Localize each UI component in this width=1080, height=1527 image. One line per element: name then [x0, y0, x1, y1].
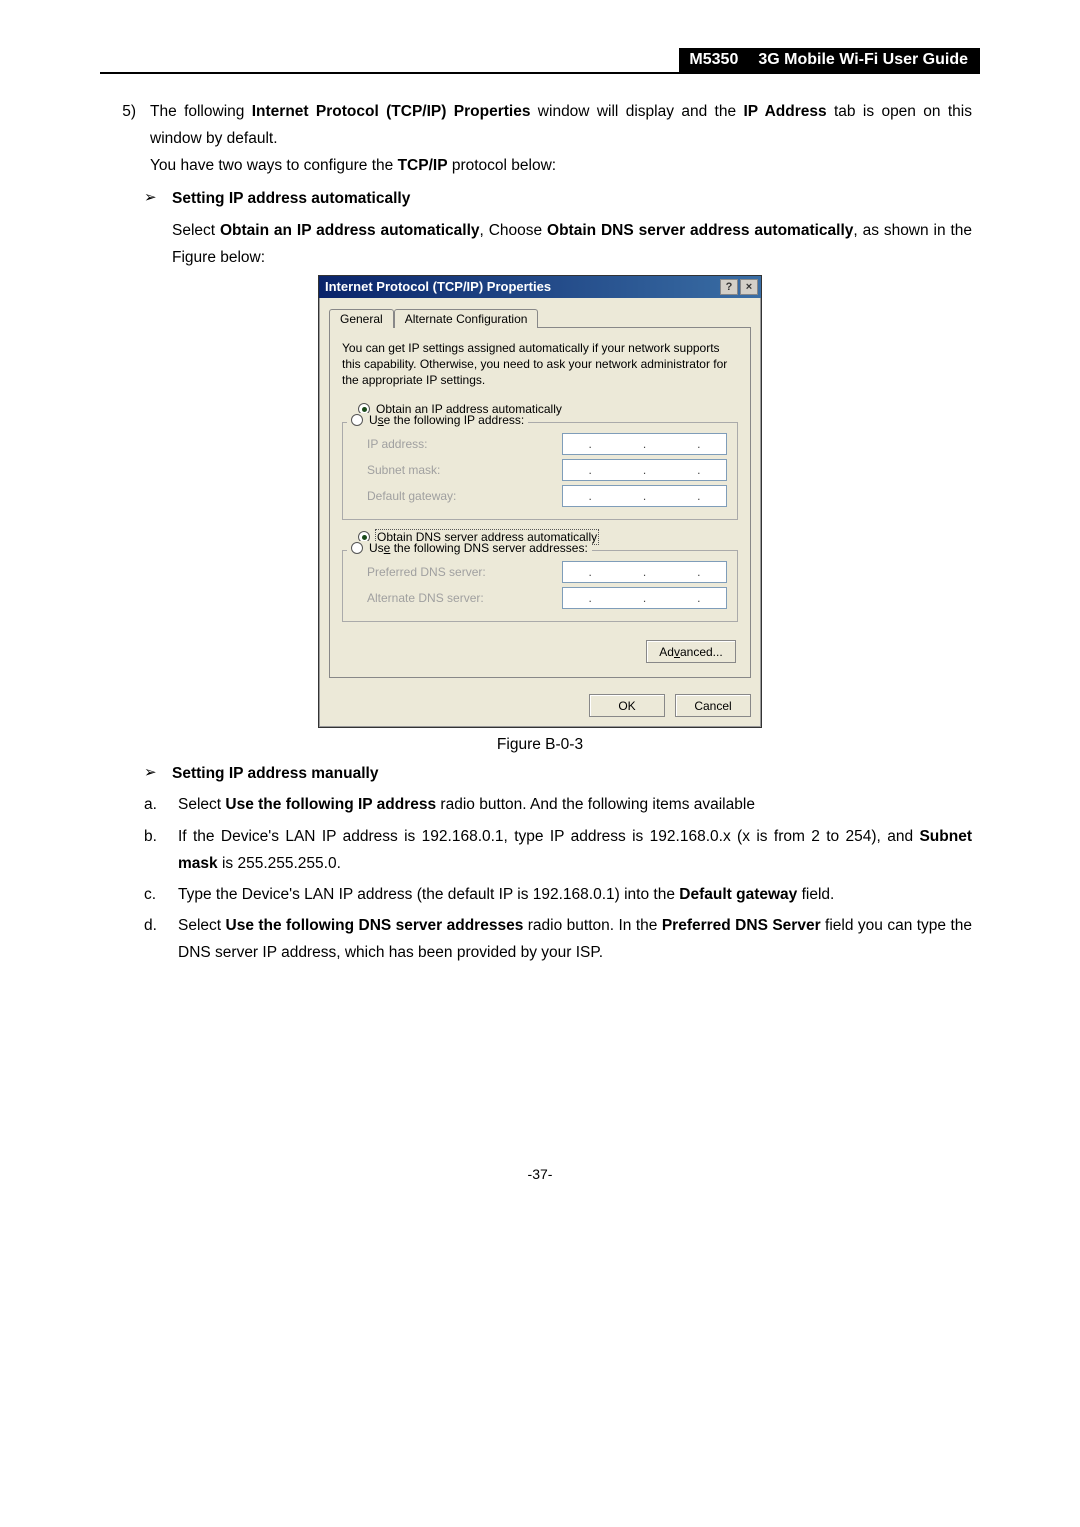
alternate-dns-label: Alternate DNS server: [367, 591, 484, 605]
radio-label: Use the following IP address: [369, 413, 524, 427]
text-bold: IP Address [743, 103, 826, 120]
step-number: 5) [108, 98, 136, 179]
subnet-row: Subnet mask: ... [367, 459, 727, 481]
cancel-button[interactable]: Cancel [675, 694, 751, 717]
item-c: c. Type the Device's LAN IP address (the… [144, 881, 972, 908]
text: You have two ways to configure the [150, 157, 398, 174]
item-text: Select Use the following DNS server addr… [178, 912, 972, 966]
advanced-row: Advanced... [342, 632, 738, 663]
item-letter: b. [144, 823, 164, 877]
item-text: If the Device's LAN IP address is 192.16… [178, 823, 972, 877]
button-label: Advanced... [659, 645, 722, 659]
step-body: The following Internet Protocol (TCP/IP)… [150, 98, 972, 179]
radio-icon [351, 542, 363, 554]
subnet-input[interactable]: ... [562, 459, 727, 481]
subnet-label: Subnet mask: [367, 463, 440, 477]
preferred-dns-label: Preferred DNS server: [367, 565, 486, 579]
page-number: -37- [100, 1166, 980, 1182]
gateway-label: Default gateway: [367, 489, 456, 503]
text-bold: Obtain DNS server address automatically [547, 222, 853, 239]
text-bold: Obtain an IP address automatically [220, 222, 480, 239]
item-letter: a. [144, 791, 164, 818]
ok-button[interactable]: OK [589, 694, 665, 717]
doc-header-title: 3G Mobile Wi-Fi User Guide [748, 48, 980, 72]
item-text: Select Use the following IP address radi… [178, 791, 755, 818]
alternate-dns-row: Alternate DNS server: ... [367, 587, 727, 609]
preferred-dns-row: Preferred DNS server: ... [367, 561, 727, 583]
radio-use-ip[interactable]: Use the following IP address: [347, 413, 528, 427]
figure-caption: Figure B-0-3 [108, 736, 972, 754]
text-bold: Internet Protocol (TCP/IP) Properties [252, 103, 531, 120]
radio-label: Use the following DNS server addresses: [369, 541, 588, 555]
radio-icon [351, 414, 363, 426]
dialog-body: General Alternate Configuration You can … [319, 298, 761, 687]
item-letter: c. [144, 881, 164, 908]
text: , Choose [480, 222, 547, 239]
bullet-manual-heading: ➢ Setting IP address manually [144, 760, 972, 787]
doc-header-model: M5350 [679, 48, 748, 72]
item-b: b. If the Device's LAN IP address is 192… [144, 823, 972, 877]
ip-address-label: IP address: [367, 437, 427, 451]
item-text: Type the Device's LAN IP address (the de… [178, 881, 834, 908]
tab-alternate-config[interactable]: Alternate Configuration [394, 309, 539, 328]
text: Select [172, 222, 220, 239]
dialog-description: You can get IP settings assigned automat… [342, 340, 738, 389]
text: protocol below: [448, 157, 557, 174]
radio-use-dns[interactable]: Use the following DNS server addresses: [347, 541, 592, 555]
step-5: 5) The following Internet Protocol (TCP/… [108, 98, 972, 179]
gateway-row: Default gateway: ... [367, 485, 727, 507]
auto-text: Select Obtain an IP address automaticall… [172, 217, 972, 271]
preferred-dns-input[interactable]: ... [562, 561, 727, 583]
help-button[interactable]: ? [720, 279, 738, 295]
dialog-title: Internet Protocol (TCP/IP) Properties [325, 279, 551, 294]
tab-general[interactable]: General [329, 309, 394, 328]
item-a: a. Select Use the following IP address r… [144, 791, 972, 818]
tab-panel: You can get IP settings assigned automat… [329, 327, 751, 679]
dialog-titlebar: Internet Protocol (TCP/IP) Properties ? … [319, 276, 761, 298]
triangle-right-icon: ➢ [144, 760, 162, 787]
item-d: d. Select Use the following DNS server a… [144, 912, 972, 966]
text: The following [150, 103, 252, 120]
ip-fieldset: Use the following IP address: IP address… [342, 422, 738, 520]
alternate-dns-input[interactable]: ... [562, 587, 727, 609]
ip-address-input[interactable]: ... [562, 433, 727, 455]
page-content: 5) The following Internet Protocol (TCP/… [100, 98, 980, 966]
tab-strip: General Alternate Configuration [329, 308, 751, 327]
doc-header: M5350 3G Mobile Wi-Fi User Guide [100, 48, 980, 72]
dns-fieldset: Use the following DNS server addresses: … [342, 550, 738, 622]
triangle-right-icon: ➢ [144, 185, 162, 212]
text-bold: TCP/IP [398, 157, 448, 174]
dialog-footer: OK Cancel [319, 686, 761, 727]
bullet-auto-heading: ➢ Setting IP address automatically [144, 185, 972, 212]
heading-auto: Setting IP address automatically [172, 185, 410, 212]
text: window will display and the [530, 103, 743, 120]
tcpip-properties-dialog: Internet Protocol (TCP/IP) Properties ? … [318, 275, 762, 729]
advanced-button[interactable]: Advanced... [646, 640, 736, 663]
heading-manual: Setting IP address manually [172, 760, 378, 787]
header-rule [100, 72, 980, 74]
ip-address-row: IP address: ... [367, 433, 727, 455]
gateway-input[interactable]: ... [562, 485, 727, 507]
item-letter: d. [144, 912, 164, 966]
close-button[interactable]: × [740, 279, 758, 295]
